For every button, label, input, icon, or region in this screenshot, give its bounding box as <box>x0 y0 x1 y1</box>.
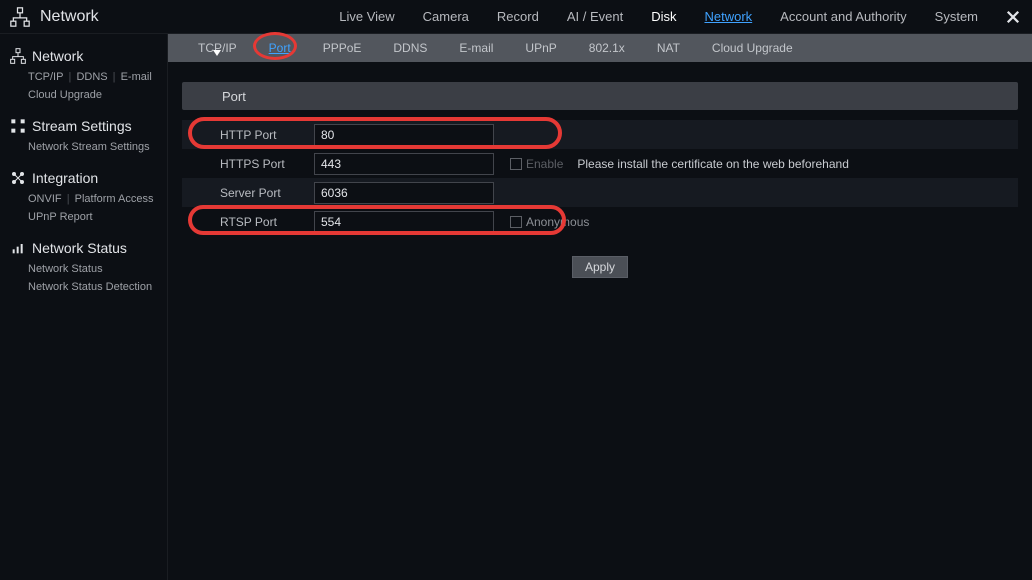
nav-ai-event[interactable]: AI / Event <box>553 0 637 34</box>
section-title: Port <box>182 82 1018 110</box>
row-rtsp-port: RTSP Port Anonymous <box>182 207 1018 236</box>
https-enable-label: Enable <box>526 157 563 171</box>
page-title: Network <box>40 8 99 26</box>
row-server-port: Server Port <box>182 178 1018 207</box>
apply-button[interactable]: Apply <box>572 256 628 278</box>
sidebar-sub-network-status[interactable]: Network Status <box>28 260 157 278</box>
nav-system[interactable]: System <box>921 0 992 34</box>
close-icon[interactable] <box>1004 8 1022 26</box>
sidebar-item-label: Integration <box>32 170 98 186</box>
rtsp-anonymous-label: Anonymous <box>526 215 589 229</box>
tab-cloud-upgrade[interactable]: Cloud Upgrade <box>696 34 809 62</box>
sidebar-sub-upnp-report[interactable]: UPnP Report <box>28 208 157 226</box>
http-port-input[interactable] <box>314 124 494 146</box>
checkbox-icon <box>510 158 522 170</box>
https-port-label: HTTPS Port <box>182 157 314 171</box>
rtsp-anonymous-checkbox[interactable]: Anonymous <box>510 215 589 229</box>
row-http-port: HTTP Port <box>182 120 1018 149</box>
https-hint: Please install the certificate on the we… <box>577 157 849 171</box>
sidebar-item-label: Network <box>32 48 83 64</box>
server-port-input[interactable] <box>314 182 494 204</box>
sidebar-item-stream-settings[interactable]: Stream Settings <box>10 118 157 134</box>
sidebar-sub-platform-access[interactable]: Platform Access <box>75 190 154 208</box>
sidebar-item-label: Stream Settings <box>32 118 132 134</box>
checkbox-icon <box>510 216 522 228</box>
sidebar-item-integration[interactable]: Integration <box>10 170 157 186</box>
tab-nat[interactable]: NAT <box>641 34 696 62</box>
tab-8021x[interactable]: 802.1x <box>573 34 641 62</box>
sidebar-group-stream: Stream Settings Network Stream Settings <box>0 112 167 164</box>
nav-live-view[interactable]: Live View <box>325 0 408 34</box>
sidebar-sub-cloud-upgrade[interactable]: Cloud Upgrade <box>28 86 157 104</box>
row-https-port: HTTPS Port Enable Please install the cer… <box>182 149 1018 178</box>
nav-account-authority[interactable]: Account and Authority <box>766 0 920 34</box>
nav-network[interactable]: Network <box>690 0 766 34</box>
rtsp-port-input[interactable] <box>314 211 494 233</box>
top-nav: Live View Camera Record AI / Event Disk … <box>325 0 1022 33</box>
sidebar: Network TCP/IP | DDNS | E-mail Cloud Upg… <box>0 34 168 580</box>
sidebar-sub-tcpip[interactable]: TCP/IP <box>28 68 63 86</box>
network-icon <box>10 48 26 64</box>
tab-pppoe[interactable]: PPPoE <box>307 34 378 62</box>
server-port-label: Server Port <box>182 186 314 200</box>
https-enable-checkbox[interactable]: Enable <box>510 157 563 171</box>
tab-ddns[interactable]: DDNS <box>377 34 443 62</box>
sidebar-item-network-status[interactable]: Network Status <box>10 240 157 256</box>
subtabs: TCP/IP Port PPPoE DDNS E-mail UPnP 802.1… <box>168 34 1032 62</box>
integration-icon <box>10 170 26 186</box>
sidebar-item-network[interactable]: Network <box>10 48 157 64</box>
https-port-input[interactable] <box>314 153 494 175</box>
stream-icon <box>10 118 26 134</box>
sidebar-group-network: Network TCP/IP | DDNS | E-mail Cloud Upg… <box>0 42 167 112</box>
tab-tcpip[interactable]: TCP/IP <box>182 34 253 62</box>
nav-camera[interactable]: Camera <box>409 0 483 34</box>
http-port-label: HTTP Port <box>182 128 314 142</box>
topbar: Network Live View Camera Record AI / Eve… <box>0 0 1032 34</box>
sidebar-sub-ddns[interactable]: DDNS <box>76 68 107 86</box>
sidebar-sub-email[interactable]: E-mail <box>121 68 152 86</box>
sidebar-sub-onvif[interactable]: ONVIF <box>28 190 62 208</box>
sidebar-sub-network-status-detection[interactable]: Network Status Detection <box>28 278 157 296</box>
sidebar-group-integration: Integration ONVIF | Platform Access UPnP… <box>0 164 167 234</box>
tab-upnp[interactable]: UPnP <box>509 34 572 62</box>
rtsp-port-label: RTSP Port <box>182 215 314 229</box>
sidebar-sub-nss[interactable]: Network Stream Settings <box>28 138 157 156</box>
network-icon <box>10 7 30 27</box>
nav-record[interactable]: Record <box>483 0 553 34</box>
nav-disk[interactable]: Disk <box>637 0 690 34</box>
status-icon <box>10 240 26 256</box>
tab-port[interactable]: Port <box>253 34 307 62</box>
sidebar-item-label: Network Status <box>32 240 127 256</box>
sidebar-group-status: Network Status Network Status Network St… <box>0 234 167 304</box>
tab-email[interactable]: E-mail <box>443 34 509 62</box>
